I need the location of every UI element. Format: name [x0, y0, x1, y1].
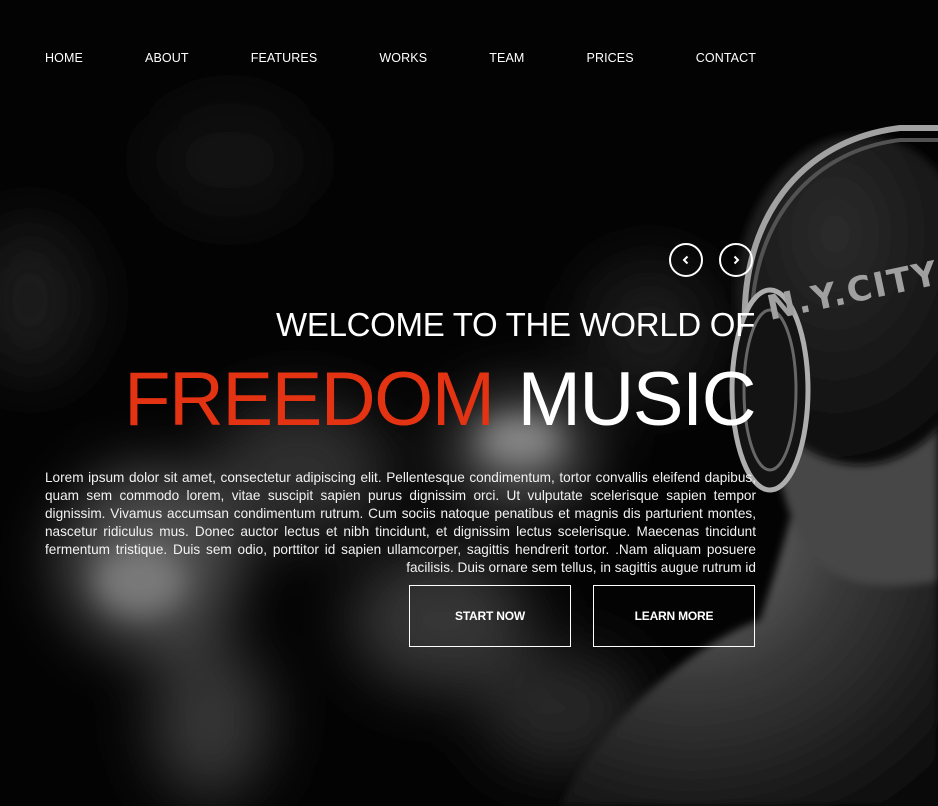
chevron-right-icon: [733, 255, 740, 265]
learn-more-button[interactable]: LEARN MORE: [593, 585, 755, 647]
headline-rest-word: MUSIC: [517, 357, 757, 442]
hero-welcome-text: WELCOME TO THE WORLD OF: [276, 306, 755, 343]
nav-item-features[interactable]: FEATURES: [251, 51, 318, 65]
start-now-button[interactable]: START NOW: [409, 585, 571, 647]
main-nav: HOME ABOUT FEATURES WORKS TEAM PRICES CO…: [45, 50, 756, 66]
slider-next-button[interactable]: [719, 243, 753, 277]
hero-headline: FREEDOM MUSIC: [124, 357, 757, 442]
nav-item-works[interactable]: WORKS: [379, 51, 427, 65]
slider-prev-button[interactable]: [669, 243, 703, 277]
nav-item-home[interactable]: HOME: [45, 51, 83, 65]
nav-item-about[interactable]: ABOUT: [145, 51, 189, 65]
nav-item-prices[interactable]: PRICES: [587, 51, 634, 65]
chevron-left-icon: [682, 255, 689, 265]
headline-accent-word: FREEDOM: [124, 357, 495, 442]
nav-item-team[interactable]: TEAM: [489, 51, 524, 65]
hero-description: Lorem ipsum dolor sit amet, consectetur …: [45, 469, 756, 575]
nav-item-contact[interactable]: CONTACT: [696, 51, 756, 65]
